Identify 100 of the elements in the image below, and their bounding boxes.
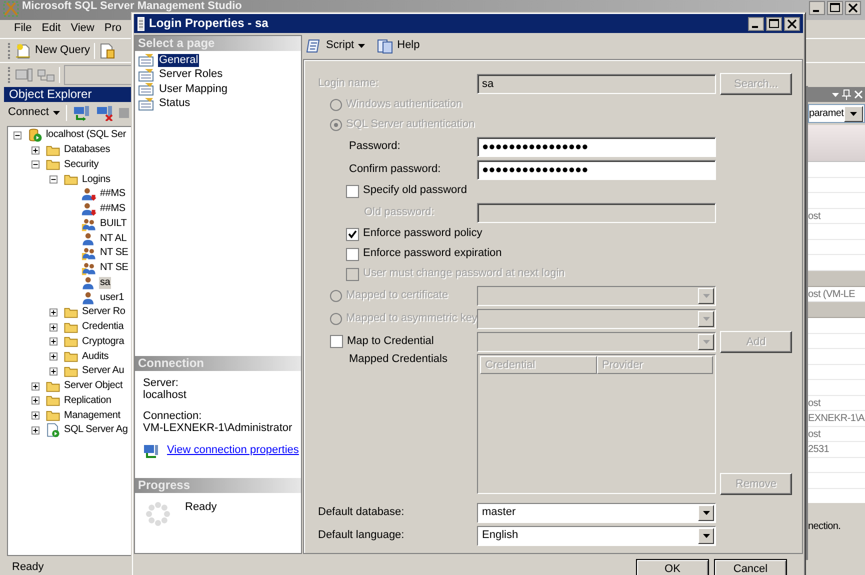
- tree-item[interactable]: Management: [63, 410, 122, 422]
- server-value: localhost: [143, 389, 188, 401]
- connect-icon[interactable]: [72, 105, 90, 121]
- caret-icon: [702, 510, 710, 514]
- tree-item[interactable]: Server Object: [63, 380, 124, 392]
- property-value[interactable]: EXNEKR-1\A: [808, 411, 865, 426]
- property-value[interactable]: ost: [808, 396, 865, 411]
- collapse-icon[interactable]: [13, 131, 22, 140]
- tree-item[interactable]: Replication: [63, 394, 112, 407]
- database-field[interactable]: [64, 64, 134, 84]
- dropdown-icon[interactable]: [832, 92, 839, 96]
- page-item[interactable]: Server Roles: [158, 68, 224, 82]
- checkbox[interactable]: [330, 335, 343, 348]
- document-icon[interactable]: [99, 42, 116, 58]
- folder-icon: [46, 159, 60, 171]
- tree-item[interactable]: Security: [63, 158, 100, 171]
- expand-icon[interactable]: [31, 146, 40, 154]
- server-icon[interactable]: [37, 66, 55, 82]
- checkbox-label: Map to Credential: [347, 334, 434, 348]
- tree-item[interactable]: localhost (SQL Ser: [45, 129, 127, 142]
- tree-item[interactable]: BUILT: [99, 218, 128, 230]
- tree-item[interactable]: Audits: [81, 350, 110, 363]
- description-text: nection.: [808, 520, 841, 532]
- folder-icon: [64, 336, 78, 348]
- tree-item[interactable]: NT SE: [99, 247, 130, 260]
- button[interactable]: OK: [636, 559, 709, 575]
- tree-item[interactable]: Server Ro: [81, 306, 126, 318]
- field-label: Password:: [348, 140, 402, 154]
- user-icon: [82, 231, 96, 246]
- filter-dropdown[interactable]: paramet: [808, 104, 865, 123]
- folder-icon: [64, 366, 78, 378]
- script-button[interactable]: Script: [306, 38, 366, 54]
- dropdown[interactable]: English: [477, 526, 716, 546]
- page-item[interactable]: General: [158, 54, 200, 67]
- tree-item[interactable]: ##MS: [99, 203, 126, 216]
- tree-item[interactable]: sa: [99, 276, 112, 289]
- close-icon[interactable]: [845, 1, 861, 15]
- tree-item[interactable]: ##MS: [99, 188, 126, 200]
- field-label: Confirm password:: [348, 162, 442, 176]
- dropdown[interactable]: master: [477, 502, 716, 522]
- disconnect-icon[interactable]: [96, 105, 113, 121]
- menu-item[interactable]: Edit: [36, 22, 66, 36]
- server-label: Server:: [143, 377, 180, 389]
- tree-item[interactable]: SQL Server Ag: [63, 424, 129, 436]
- expand-icon[interactable]: [31, 396, 40, 405]
- expand-icon[interactable]: [49, 308, 58, 316]
- tree-item[interactable]: Cryptogra: [81, 336, 126, 348]
- caret-icon: [52, 111, 60, 115]
- menu-item[interactable]: File: [9, 22, 37, 36]
- category-row[interactable]: [808, 270, 865, 286]
- expand-icon[interactable]: [49, 352, 58, 361]
- menu-item[interactable]: Pro: [99, 22, 126, 36]
- tree-item[interactable]: user1: [99, 292, 126, 304]
- collapse-icon[interactable]: [49, 176, 58, 184]
- toolbar-button[interactable]: New Query: [15, 42, 90, 58]
- user-group-icon: [82, 216, 96, 232]
- minimize-icon[interactable]: [809, 1, 825, 15]
- page-icon: [138, 82, 155, 96]
- menu-item[interactable]: View: [66, 22, 100, 36]
- expand-icon[interactable]: [49, 338, 58, 346]
- connection-label: Connection:: [143, 410, 203, 422]
- caret-icon: [702, 294, 710, 298]
- property-value[interactable]: ost: [808, 208, 865, 224]
- property-value[interactable]: ost (VM-LE: [808, 286, 865, 302]
- folder-icon: [46, 395, 60, 407]
- page-item[interactable]: User Mapping: [158, 82, 228, 96]
- new-query-icon: [15, 42, 31, 58]
- field-label: Default database:: [318, 506, 406, 520]
- minimize-icon[interactable]: [748, 16, 764, 30]
- maximize-icon[interactable]: [766, 16, 782, 30]
- tree-item[interactable]: Credentia: [81, 321, 125, 334]
- property-value[interactable]: 2531: [808, 442, 865, 458]
- caret-icon: [702, 340, 710, 344]
- link[interactable]: View connection properties: [167, 444, 299, 458]
- server-icon[interactable]: [15, 66, 33, 82]
- page-item[interactable]: Status: [158, 97, 192, 111]
- pin-icon[interactable]: [842, 89, 851, 100]
- property-value[interactable]: ost: [808, 426, 865, 442]
- dialog-title: Login Properties - sa: [149, 16, 268, 31]
- user-group-icon: [82, 260, 96, 276]
- close-icon[interactable]: [784, 16, 800, 30]
- expand-icon[interactable]: [49, 367, 58, 376]
- expand-icon[interactable]: [31, 426, 40, 434]
- expand-icon[interactable]: [31, 412, 40, 420]
- tree-item[interactable]: Server Au: [81, 365, 126, 378]
- collapse-icon[interactable]: [31, 160, 40, 169]
- expand-icon[interactable]: [31, 382, 40, 390]
- button[interactable]: Cancel: [714, 559, 787, 575]
- folder-icon: [46, 380, 60, 392]
- help-button[interactable]: Help: [377, 38, 420, 54]
- tree-item[interactable]: NT AL: [99, 232, 128, 245]
- tree-item[interactable]: NT SE: [99, 262, 130, 274]
- user-icon: [82, 276, 96, 290]
- tree-item[interactable]: Databases: [63, 144, 112, 156]
- scroll-icon: [306, 38, 322, 54]
- connect-button[interactable]: Connect: [8, 106, 60, 120]
- tree-item[interactable]: Logins: [81, 174, 112, 186]
- expand-icon[interactable]: [49, 323, 58, 332]
- maximize-icon[interactable]: [827, 1, 843, 15]
- agent-icon: [46, 423, 60, 438]
